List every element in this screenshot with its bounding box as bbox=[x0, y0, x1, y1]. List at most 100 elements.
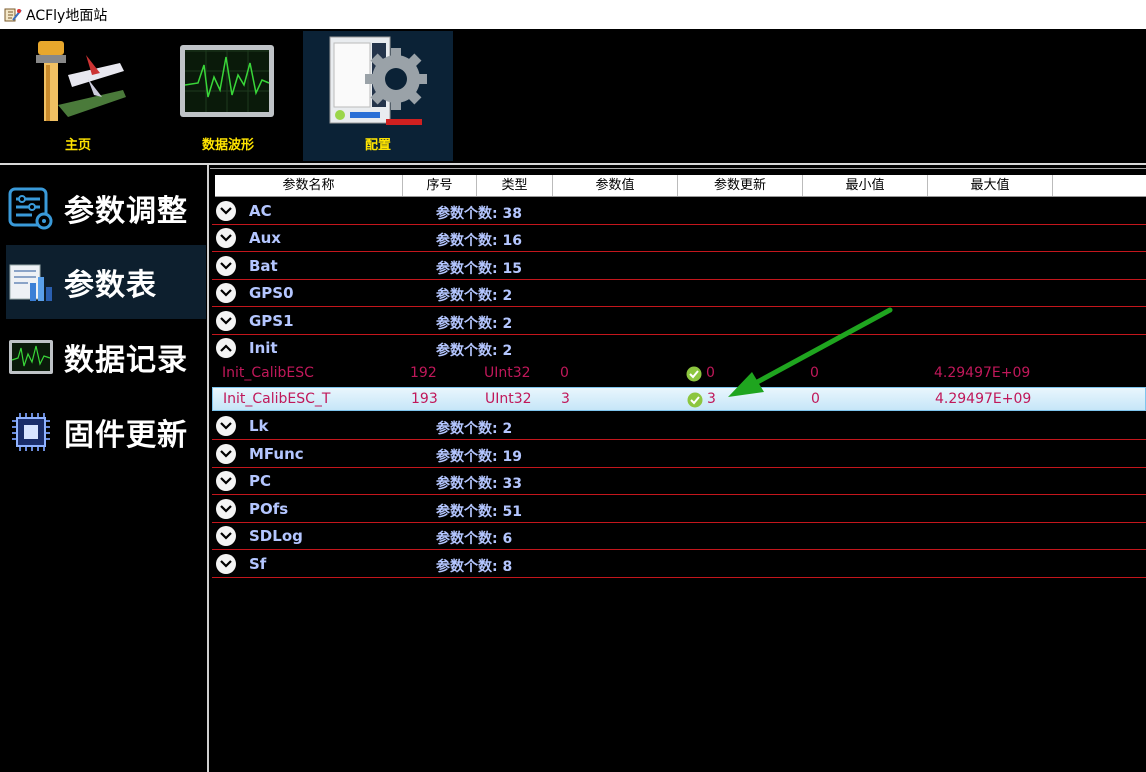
group-count: 参数个数: 2 bbox=[436, 288, 513, 304]
column-header-index[interactable]: 序号 bbox=[403, 175, 477, 196]
group-count: 参数个数: 33 bbox=[436, 476, 522, 492]
group-row-ac[interactable]: AC 参数个数: 38 bbox=[212, 198, 1146, 225]
grid-header: 参数名称 序号 类型 参数值 参数更新 最小值 最大值 bbox=[215, 175, 1146, 197]
param-update: 3 bbox=[707, 391, 716, 407]
chevron-down-icon[interactable] bbox=[216, 554, 236, 574]
group-name: PC bbox=[249, 472, 272, 490]
parameter-grid: 参数名称 序号 类型 参数值 参数更新 最小值 最大值 AC 参数个数: 38 … bbox=[212, 173, 1146, 772]
column-header-min[interactable]: 最小值 bbox=[803, 175, 928, 196]
toolbar-config-label: 配置 bbox=[364, 138, 391, 153]
chevron-down-icon[interactable] bbox=[216, 499, 236, 519]
chevron-down-icon[interactable] bbox=[216, 283, 236, 303]
group-name: Sf bbox=[249, 555, 267, 573]
group-count: 参数个数: 2 bbox=[436, 316, 513, 332]
param-max: 4.29497E+09 bbox=[934, 365, 1031, 381]
airport-tower-icon bbox=[36, 41, 126, 121]
group-row-init[interactable]: Init 参数个数: 2 bbox=[212, 335, 1146, 361]
param-index: 193 bbox=[411, 391, 438, 407]
waveform-monitor-icon bbox=[180, 45, 274, 117]
group-count: 参数个数: 51 bbox=[436, 504, 522, 520]
group-name: AC bbox=[249, 202, 272, 220]
param-min: 0 bbox=[810, 365, 819, 381]
group-row-aux[interactable]: Aux 参数个数: 16 bbox=[212, 225, 1146, 252]
column-header-name[interactable]: 参数名称 bbox=[215, 175, 403, 196]
sidebar: 参数调整 参数表 数据记录 固件更新 bbox=[0, 165, 207, 772]
check-icon bbox=[686, 366, 702, 382]
column-header-value[interactable]: 参数值 bbox=[553, 175, 678, 196]
toolbar-home-button[interactable]: 主页 bbox=[3, 31, 153, 161]
group-row-pofs[interactable]: POfs 参数个数: 51 bbox=[212, 496, 1146, 523]
group-name: Aux bbox=[249, 229, 281, 247]
group-row-gps1[interactable]: GPS1 参数个数: 2 bbox=[212, 308, 1146, 335]
column-header-max[interactable]: 最大值 bbox=[928, 175, 1053, 196]
chevron-down-icon[interactable] bbox=[216, 201, 236, 221]
group-row-lk[interactable]: Lk 参数个数: 2 bbox=[212, 413, 1146, 440]
group-count: 参数个数: 2 bbox=[436, 343, 513, 359]
param-update: 0 bbox=[706, 365, 715, 381]
parameter-table-icon bbox=[9, 264, 52, 301]
param-type: UInt32 bbox=[484, 365, 531, 381]
parameter-adjust-icon bbox=[8, 187, 53, 230]
chevron-down-icon[interactable] bbox=[216, 471, 236, 491]
sidebar-label-firmware-update: 固件更新 bbox=[64, 418, 188, 453]
param-value[interactable]: 3 bbox=[561, 391, 570, 407]
window-title: ACFly地面站 bbox=[26, 7, 108, 24]
app-icon bbox=[4, 8, 22, 21]
sidebar-label-param-adjust: 参数调整 bbox=[64, 194, 188, 229]
group-count: 参数个数: 8 bbox=[436, 559, 513, 575]
param-name: Init_CalibESC_T bbox=[223, 391, 331, 407]
param-min: 0 bbox=[811, 391, 820, 407]
toolbar-waveform-label: 数据波形 bbox=[201, 138, 254, 153]
group-row-sf[interactable]: Sf 参数个数: 8 bbox=[212, 551, 1146, 578]
sidebar-label-param-table: 参数表 bbox=[64, 268, 157, 303]
toolbar-config-button[interactable]: 配置 bbox=[303, 31, 453, 161]
group-count: 参数个数: 15 bbox=[436, 261, 522, 277]
sidebar-label-data-log: 数据记录 bbox=[64, 343, 188, 378]
toolbar-waveform-button[interactable]: 数据波形 bbox=[153, 31, 303, 161]
sidebar-item-param-adjust[interactable]: 参数调整 bbox=[6, 171, 206, 245]
group-count: 参数个数: 16 bbox=[436, 233, 522, 249]
group-count: 参数个数: 38 bbox=[436, 206, 522, 222]
chevron-down-icon[interactable] bbox=[216, 256, 236, 276]
grid-top-border bbox=[210, 168, 1146, 169]
chevron-down-icon[interactable] bbox=[216, 311, 236, 331]
group-count: 参数个数: 19 bbox=[436, 449, 522, 465]
table-row-selected[interactable]: Init_CalibESC_T 193 UInt32 3 3 0 4.29497… bbox=[212, 387, 1146, 411]
group-row-gps0[interactable]: GPS0 参数个数: 2 bbox=[212, 280, 1146, 307]
group-count: 参数个数: 2 bbox=[436, 421, 513, 437]
group-name: Lk bbox=[249, 417, 269, 435]
param-name: Init_CalibESC bbox=[222, 365, 314, 381]
toolbar-home-label: 主页 bbox=[64, 138, 91, 153]
chevron-down-icon[interactable] bbox=[216, 416, 236, 436]
data-log-icon bbox=[9, 340, 53, 374]
sidebar-item-param-table[interactable]: 参数表 bbox=[6, 245, 206, 319]
chevron-down-icon[interactable] bbox=[216, 228, 236, 248]
param-value[interactable]: 0 bbox=[560, 365, 569, 381]
title-bar: ACFly地面站 bbox=[0, 0, 1146, 29]
main-toolbar: 主页 数据波形 配置 bbox=[0, 29, 1146, 163]
column-header-update[interactable]: 参数更新 bbox=[678, 175, 803, 196]
sidebar-divider bbox=[207, 165, 209, 772]
group-name: SDLog bbox=[249, 527, 303, 545]
chevron-up-icon[interactable] bbox=[216, 338, 236, 358]
group-row-bat[interactable]: Bat 参数个数: 15 bbox=[212, 253, 1146, 280]
sidebar-item-data-log[interactable]: 数据记录 bbox=[6, 320, 206, 394]
chevron-down-icon[interactable] bbox=[216, 526, 236, 546]
group-name: GPS1 bbox=[249, 312, 294, 330]
column-header-type[interactable]: 类型 bbox=[477, 175, 553, 196]
config-gear-icon bbox=[329, 36, 427, 125]
group-name: POfs bbox=[249, 500, 289, 518]
firmware-chip-icon bbox=[12, 413, 50, 451]
group-row-mfunc[interactable]: MFunc 参数个数: 19 bbox=[212, 441, 1146, 468]
sidebar-item-firmware-update[interactable]: 固件更新 bbox=[6, 395, 206, 469]
param-index: 192 bbox=[410, 365, 437, 381]
param-max: 4.29497E+09 bbox=[935, 391, 1032, 407]
group-name: Init bbox=[249, 339, 278, 357]
group-row-sdlog[interactable]: SDLog 参数个数: 6 bbox=[212, 523, 1146, 550]
group-name: GPS0 bbox=[249, 284, 294, 302]
table-row[interactable]: Init_CalibESC 192 UInt32 0 0 0 4.29497E+… bbox=[212, 362, 1146, 386]
group-row-pc[interactable]: PC 参数个数: 33 bbox=[212, 468, 1146, 495]
group-name: Bat bbox=[249, 257, 278, 275]
chevron-down-icon[interactable] bbox=[216, 444, 236, 464]
group-name: MFunc bbox=[249, 445, 304, 463]
